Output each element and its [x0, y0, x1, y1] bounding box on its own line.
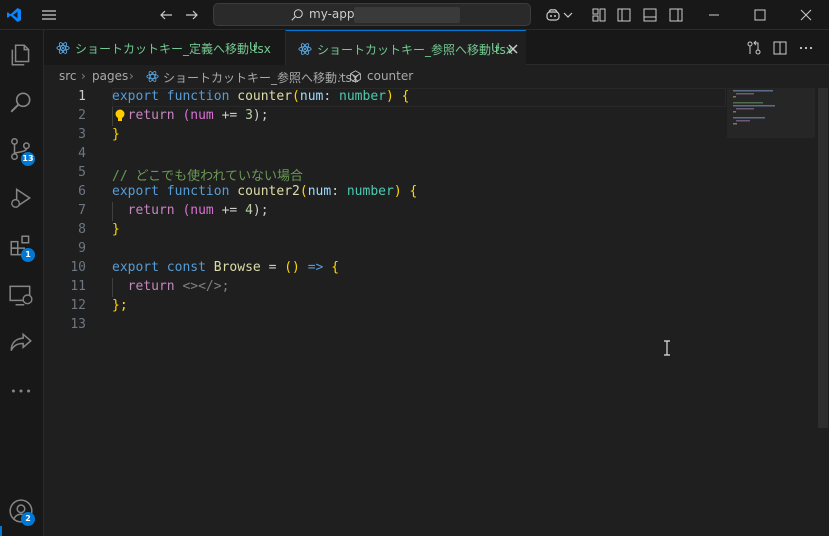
- toggle-secondary-sidebar-icon[interactable]: [668, 7, 684, 23]
- line-number: 4: [78, 146, 86, 161]
- run-debug-icon[interactable]: [8, 185, 34, 211]
- split-editor-icon[interactable]: [772, 40, 788, 56]
- command-center-search[interactable]: my-app: [213, 3, 531, 26]
- maximize-icon[interactable]: [752, 7, 768, 23]
- forward-arrow-icon[interactable]: [184, 7, 200, 23]
- code-line: 3 }: [44, 126, 829, 145]
- breadcrumb-file[interactable]: ショートカットキー_参照へ移動.tsx: [163, 69, 359, 86]
- line-number: 10: [70, 260, 86, 275]
- toggle-panel-icon[interactable]: [642, 7, 658, 23]
- breadcrumb-pages[interactable]: pages: [92, 69, 128, 83]
- chevron-down-icon[interactable]: [563, 7, 573, 23]
- minimap-preview: [733, 90, 775, 125]
- code-line: 9: [44, 240, 829, 259]
- code-line: 4: [44, 145, 829, 164]
- accounts-badge: 2: [21, 512, 35, 526]
- vscode-logo-icon: [7, 8, 21, 22]
- line-number: 1: [78, 89, 86, 104]
- lightbulb-icon[interactable]: [114, 108, 126, 124]
- title-bar: my-app: [0, 0, 829, 30]
- chevron-right-icon: ›: [129, 69, 134, 83]
- close-icon[interactable]: [798, 7, 814, 23]
- code-line: 12 };: [44, 297, 829, 316]
- vertical-scrollbar[interactable]: [818, 88, 828, 428]
- editor-tab-bar: ショートカットキー_定義へ移動.tsx U ショートカットキー_参照へ移動.ts…: [44, 30, 829, 66]
- line-number: 13: [70, 317, 86, 332]
- line-number: 6: [78, 184, 86, 199]
- line-number: 8: [78, 222, 86, 237]
- code-line: 8 }: [44, 221, 829, 240]
- copilot-icon[interactable]: [545, 7, 561, 23]
- breadcrumb: src › pages › ショートカットキー_参照へ移動.tsx › coun…: [44, 66, 829, 88]
- line-number: 2: [78, 108, 86, 123]
- tab-reference[interactable]: ショートカットキー_参照へ移動.tsx U: [286, 30, 526, 66]
- close-tab-icon[interactable]: [507, 43, 519, 55]
- redacted-region: [354, 7, 460, 23]
- code-line: 10 export const Browse = () => {: [44, 259, 829, 278]
- minimize-icon[interactable]: [706, 7, 722, 23]
- tab-define[interactable]: ショートカットキー_定義へ移動.tsx U: [44, 30, 286, 65]
- code-line: 5 // どこでも使われていない場合: [44, 164, 829, 184]
- tab-status: U: [249, 40, 258, 54]
- code-line: 11 return <></>;: [44, 278, 829, 297]
- code-line: 2 return (num += 3);: [44, 107, 829, 126]
- explorer-icon[interactable]: [8, 42, 34, 68]
- chevron-right-icon: ›: [338, 69, 343, 83]
- code-line: 13: [44, 316, 829, 335]
- menu-icon[interactable]: [41, 7, 57, 23]
- tab-status: U: [491, 41, 500, 55]
- source-control-badge: 13: [21, 152, 35, 166]
- line-number: 11: [70, 279, 86, 294]
- tab-label: ショートカットキー_参照へ移動.tsx: [317, 43, 513, 57]
- search-icon[interactable]: [8, 89, 34, 115]
- react-file-icon: [56, 42, 70, 54]
- code-editor[interactable]: 1 export function counter(num: number) {…: [44, 88, 829, 536]
- search-label: my-app: [309, 7, 355, 21]
- react-file-icon: [298, 43, 312, 55]
- search-icon: [291, 9, 303, 21]
- symbol-function-icon: [350, 70, 361, 83]
- extensions-badge: 1: [21, 248, 35, 262]
- code-line: 7 return (num += 4);: [44, 202, 829, 221]
- code-line: 1 export function counter(num: number) {: [44, 88, 829, 107]
- text-cursor-icon: [664, 340, 670, 356]
- code-line: 6 export function counter2(num: number) …: [44, 183, 829, 202]
- open-changes-icon[interactable]: [746, 40, 762, 56]
- toggle-sidebar-icon[interactable]: [616, 7, 632, 23]
- line-number: 9: [78, 241, 86, 256]
- minimap[interactable]: [727, 88, 815, 138]
- activity-bar: 13 1 2: [0, 30, 44, 536]
- more-actions-icon[interactable]: [798, 40, 814, 56]
- line-number: 5: [78, 165, 86, 180]
- chevron-right-icon: ›: [81, 69, 86, 83]
- more-icon[interactable]: [8, 378, 34, 404]
- react-file-icon: [146, 71, 159, 82]
- line-number: 12: [70, 298, 86, 313]
- breadcrumb-symbol[interactable]: counter: [367, 69, 413, 83]
- layout-customize-icon[interactable]: [591, 7, 607, 23]
- tab-label: ショートカットキー_定義へ移動.tsx: [75, 42, 271, 56]
- line-number: 7: [78, 203, 86, 218]
- live-share-icon[interactable]: [8, 330, 34, 356]
- back-arrow-icon[interactable]: [158, 7, 174, 23]
- remote-explorer-icon[interactable]: [8, 282, 34, 308]
- breadcrumb-src[interactable]: src: [59, 69, 77, 83]
- status-indicator: [0, 526, 2, 536]
- line-number: 3: [78, 127, 86, 142]
